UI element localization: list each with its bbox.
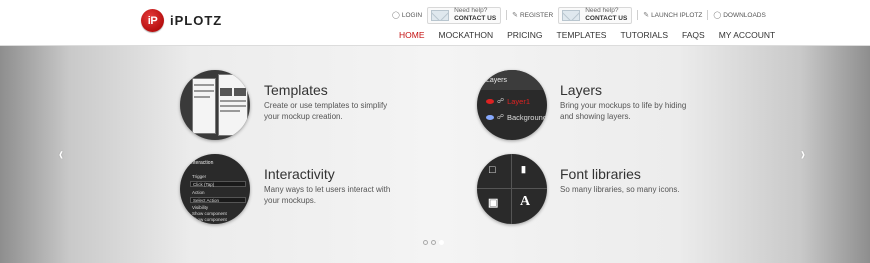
interaction-panel-title: Interaction: [190, 160, 214, 166]
font-libraries-description: So many libraries, so many icons.: [560, 185, 680, 194]
lock-icon: ☍: [497, 98, 505, 105]
templates-description: Create or use templates to simplify your…: [264, 101, 388, 121]
action-field: Select Action: [190, 197, 246, 203]
download-icon: ◯: [713, 12, 722, 19]
launch-label: LAUNCH IPLOTZ: [651, 11, 703, 19]
downloads-label: DOWNLOADS: [723, 11, 766, 19]
launch-link[interactable]: ✎ LAUNCH IPLOTZ: [643, 11, 703, 20]
slide-dot-3[interactable]: [439, 240, 444, 245]
slider-pagination: [423, 240, 444, 245]
contact-us-button-2[interactable]: Need help? CONTACT US: [558, 6, 633, 24]
slider-next-arrow-icon[interactable]: ›: [801, 144, 805, 165]
register-link[interactable]: ✎ REGISTER: [512, 11, 554, 20]
login-label: LOGIN: [401, 11, 423, 19]
book-icon: □: [489, 164, 496, 176]
lock-icon: ☍: [496, 114, 504, 121]
main-nav: HOME MOCKATHON PRICING TEMPLATES TUTORIA…: [392, 28, 782, 48]
feature-slider: ‹ › Templates Create or use templates to…: [0, 46, 870, 263]
slide-dot-2[interactable]: [431, 240, 436, 245]
site-header: iP iPLOTZ ◯ LOGIN Need help? CONTACT US …: [0, 0, 870, 48]
help-big-text: CONTACT US: [585, 15, 628, 22]
pencil-icon: ✎: [512, 12, 518, 19]
eye-icon: [486, 114, 494, 120]
camera-icon: ▣: [488, 197, 499, 209]
help-big-text: CONTACT US: [454, 15, 497, 22]
action-label: Action: [192, 190, 205, 195]
templates-image: [180, 70, 250, 140]
eye-icon: [486, 98, 494, 104]
trigger-label: Trigger: [192, 174, 207, 179]
register-label: REGISTER: [519, 11, 554, 19]
slider-prev-arrow-icon[interactable]: ‹: [59, 144, 63, 165]
envelope-icon: [431, 9, 450, 21]
brand-logo[interactable]: iP iPLOTZ: [141, 9, 222, 32]
trigger-field: Click (Tap): [190, 181, 246, 187]
nav-faqs[interactable]: FAQS: [675, 28, 712, 48]
divider: [707, 10, 709, 20]
divider: [637, 10, 639, 20]
nav-mockathon[interactable]: MOCKATHON: [432, 28, 501, 48]
layers-description: Bring your mockups to life by hiding and…: [560, 101, 687, 121]
nav-templates[interactable]: TEMPLATES: [550, 28, 614, 48]
logo-mark-icon: iP: [141, 9, 164, 32]
layers-image: Layers ☍ Layer1 ☍ Background: [477, 70, 547, 140]
bookmark-icon: ▮: [521, 164, 526, 174]
downloads-link[interactable]: ◯ DOWNLOADS: [713, 11, 766, 20]
login-link[interactable]: ◯ LOGIN: [392, 11, 423, 20]
show-component-2: Show component: [192, 217, 227, 222]
help-small-text: Need help?: [454, 7, 488, 14]
font-letter-icon: A: [520, 194, 531, 209]
nav-pricing[interactable]: PRICING: [500, 28, 549, 48]
layer2-label: Background: [506, 112, 547, 122]
logo-text: iPLOTZ: [170, 13, 223, 28]
help-small-text: Need help?: [585, 7, 619, 14]
user-icon: ◯: [392, 12, 400, 19]
nav-home[interactable]: HOME: [392, 28, 432, 48]
contact-us-button[interactable]: Need help? CONTACT US: [427, 6, 502, 24]
interactivity-title: Interactivity: [264, 166, 335, 182]
layers-panel-title: Layers: [477, 70, 547, 90]
layers-title: Layers: [560, 82, 603, 98]
interactivity-image: Interaction Trigger Click (Tap) Action S…: [180, 154, 250, 224]
layer1-label: Layer1: [507, 96, 531, 106]
templates-title: Templates: [264, 82, 328, 98]
slide-dot-1[interactable]: [423, 240, 428, 245]
divider: [506, 10, 508, 20]
font-libraries-title: Font libraries: [560, 166, 641, 182]
launch-icon: ✎: [643, 12, 650, 19]
nav-my-account[interactable]: MY ACCOUNT: [712, 28, 783, 48]
font-libraries-image: □ ▮ ▣ A: [477, 154, 547, 224]
interactivity-description: Many ways to let users interact with you…: [264, 185, 391, 205]
envelope-icon: [562, 9, 581, 21]
nav-tutorials[interactable]: TUTORIALS: [613, 28, 675, 48]
top-utility-bar: ◯ LOGIN Need help? CONTACT US ✎ REGISTER…: [392, 5, 766, 25]
